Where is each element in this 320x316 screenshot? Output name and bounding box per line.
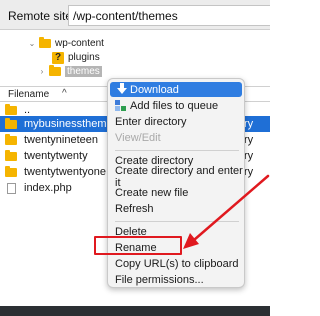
folder-icon bbox=[5, 133, 17, 145]
menu-item-file-permissions[interactable]: File permissions... bbox=[108, 272, 244, 287]
folder-icon bbox=[5, 103, 17, 115]
file-icon bbox=[6, 182, 16, 194]
file-type: ry bbox=[244, 134, 254, 146]
menu-item-refresh[interactable]: Refresh bbox=[108, 201, 244, 216]
folder-icon bbox=[5, 165, 17, 177]
menu-item-label: Create new file bbox=[115, 186, 189, 199]
menu-item-create-directory-and-enter[interactable]: Create directory and enter it bbox=[108, 165, 244, 189]
sort-ascending-icon[interactable]: ^ bbox=[62, 88, 67, 99]
menu-item-download[interactable]: Download bbox=[110, 82, 242, 97]
remote-site-label: Remote site: bbox=[8, 9, 76, 23]
file-type: ry bbox=[244, 166, 254, 178]
menu-item-label: Copy URL(s) to clipboard bbox=[115, 257, 239, 270]
tree-item-label: themes bbox=[65, 66, 102, 77]
menu-separator bbox=[115, 150, 239, 151]
file-type: ry bbox=[244, 118, 254, 130]
remote-directory-tree: ⌄ wp-content ? plugins › themes bbox=[0, 31, 270, 85]
menu-item-label: Download bbox=[130, 83, 179, 96]
tree-item-label: wp-content bbox=[55, 38, 104, 49]
menu-item-label: Add files to queue bbox=[130, 99, 219, 112]
menu-item-label: Refresh bbox=[115, 202, 154, 215]
file-name: twentynineteen bbox=[24, 134, 98, 146]
column-header-filename[interactable]: Filename bbox=[8, 89, 49, 100]
menu-item-label: File permissions... bbox=[115, 273, 204, 286]
file-name: twentytwenty bbox=[24, 150, 88, 162]
add-to-queue-icon bbox=[115, 100, 126, 111]
chevron-down-icon[interactable]: ⌄ bbox=[28, 39, 36, 48]
bottom-status-strip bbox=[0, 306, 270, 316]
folder-question-icon: ? bbox=[52, 51, 64, 64]
menu-item-create-new-file[interactable]: Create new file bbox=[108, 185, 244, 200]
folder-icon bbox=[39, 37, 51, 48]
menu-item-label: Enter directory bbox=[115, 115, 187, 128]
file-type: ry bbox=[244, 150, 254, 162]
tree-item-label: plugins bbox=[68, 52, 100, 63]
remote-site-bar: Remote site: /wp-content/themes bbox=[0, 0, 270, 30]
folder-icon bbox=[5, 117, 17, 129]
menu-item-label: View/Edit bbox=[115, 131, 161, 144]
annotation-highlight-box bbox=[94, 236, 182, 255]
remote-site-path-input[interactable]: /wp-content/themes bbox=[68, 5, 270, 26]
file-name: twentytwentyone bbox=[24, 166, 106, 178]
file-name: index.php bbox=[24, 182, 72, 194]
menu-item-view-edit: View/Edit bbox=[108, 130, 244, 145]
download-icon bbox=[117, 83, 127, 94]
menu-item-copy-urls[interactable]: Copy URL(s) to clipboard bbox=[108, 256, 244, 271]
tree-item-wp-content[interactable]: ⌄ wp-content bbox=[28, 37, 104, 50]
menu-separator bbox=[115, 221, 239, 222]
file-name: .. bbox=[24, 104, 31, 116]
folder-icon bbox=[5, 149, 17, 161]
file-name: mybusinesstheme bbox=[24, 118, 113, 130]
menu-item-enter-directory[interactable]: Enter directory bbox=[108, 114, 244, 129]
tree-item-themes[interactable]: › themes bbox=[38, 65, 102, 78]
menu-item-add-files-to-queue[interactable]: Add files to queue bbox=[108, 98, 244, 113]
folder-icon bbox=[49, 65, 61, 76]
context-menu: Download Add files to queue Enter direct… bbox=[107, 78, 245, 288]
chevron-right-icon[interactable]: › bbox=[38, 67, 46, 76]
tree-item-plugins[interactable]: ? plugins bbox=[52, 51, 100, 64]
